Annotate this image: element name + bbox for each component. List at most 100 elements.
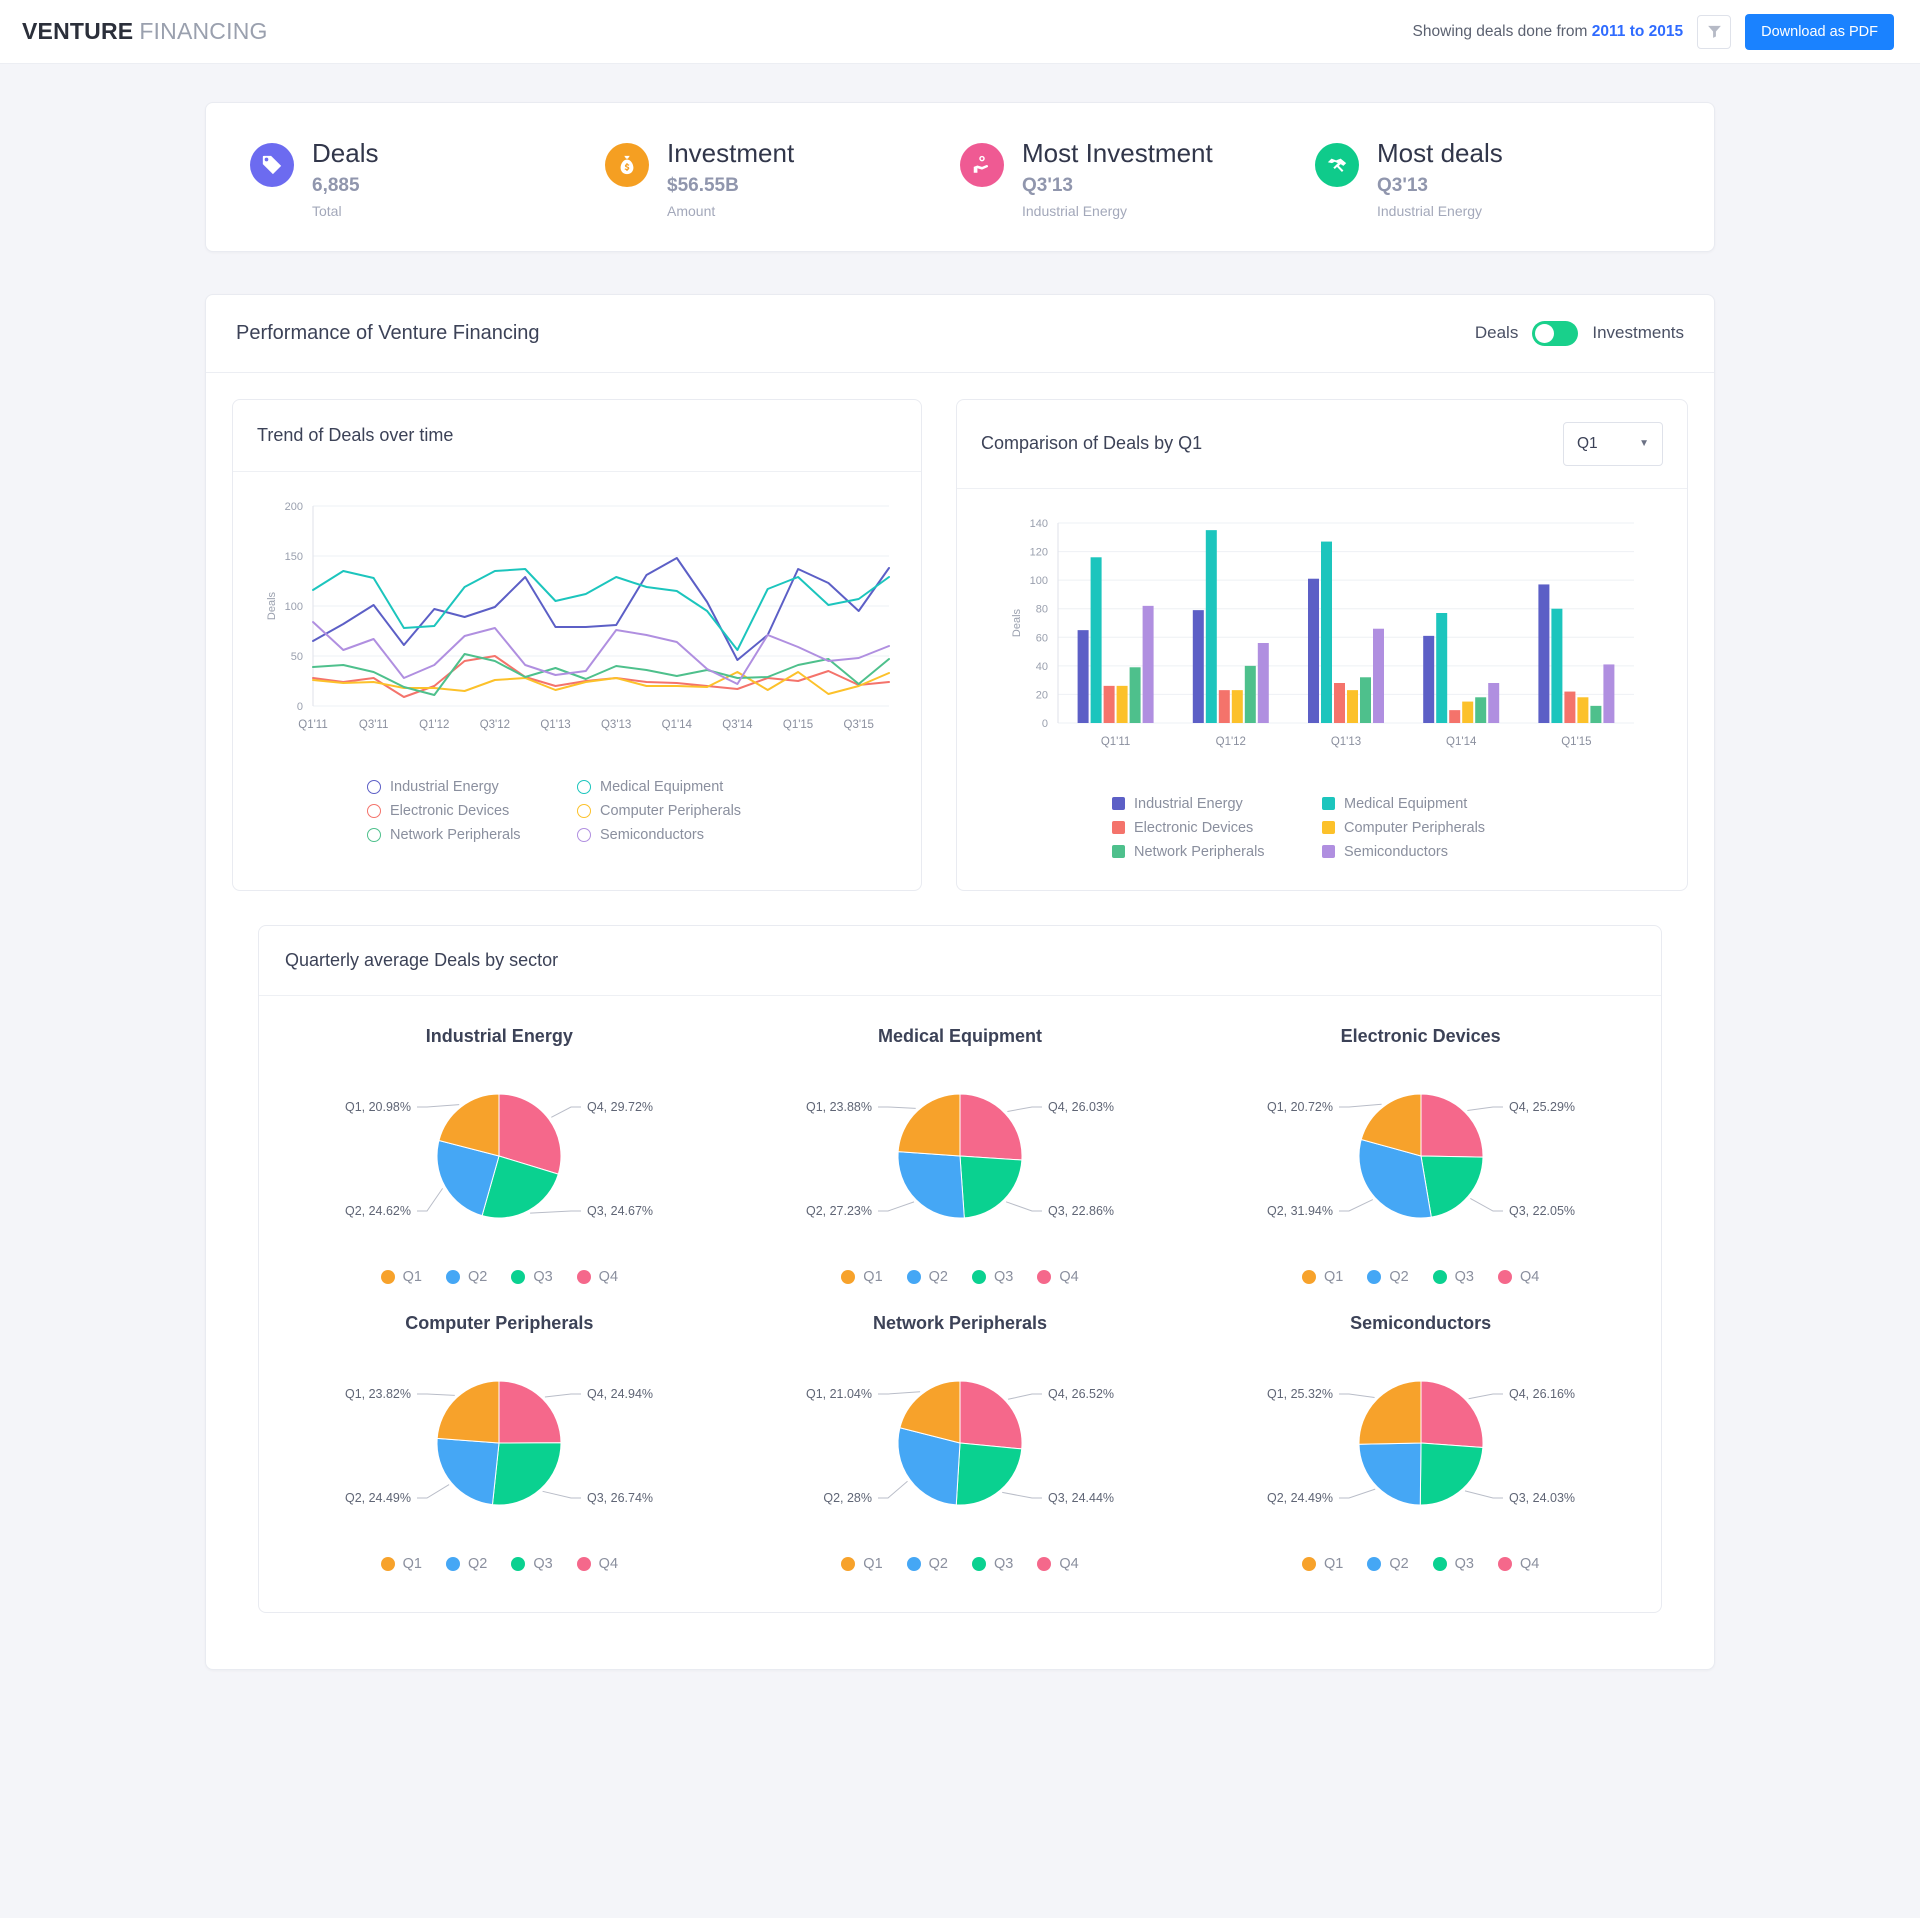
- toggle-label-deals[interactable]: Deals: [1475, 323, 1518, 343]
- pie-slice-label: Q2, 24.49%: [1267, 1491, 1333, 1505]
- pie-chart-canvas: Q4, 29.72% Q3, 24.67% Q2, 24.62% Q1, 20.98%: [289, 1061, 709, 1251]
- legend-item-semiconductors[interactable]: Semiconductors: [577, 823, 787, 847]
- svg-text:120: 120: [1030, 546, 1048, 558]
- brand-bold: VENTURE: [22, 18, 134, 44]
- pie-legend-label: Q2: [928, 1555, 948, 1572]
- download-pdf-button[interactable]: Download as PDF: [1745, 13, 1894, 50]
- pie-legend-item-q1[interactable]: Q1: [841, 1269, 883, 1285]
- date-range-value[interactable]: 2011 to 2015: [1592, 23, 1683, 40]
- performance-header: Performance of Venture Financing Deals I…: [206, 295, 1714, 373]
- legend-label: Electronic Devices: [390, 802, 510, 819]
- pie-legend-item-q1[interactable]: Q1: [841, 1556, 883, 1572]
- legend-item-computer-peripherals[interactable]: Computer Peripherals: [577, 799, 787, 823]
- pie-legend-item-q4[interactable]: Q4: [1037, 1556, 1079, 1572]
- legend-label: Industrial Energy: [1134, 795, 1243, 812]
- pie-legend-item-q1[interactable]: Q1: [1301, 1268, 1344, 1285]
- legend-item-electronic-devices[interactable]: Electronic Devices: [1112, 816, 1322, 840]
- pie-legend-item-q3[interactable]: Q3: [511, 1556, 553, 1572]
- pie-legend-item-q1[interactable]: Q1: [380, 1268, 422, 1285]
- pie-legend-label: Q3: [1454, 1555, 1474, 1572]
- pie-legend-item-q4[interactable]: Q4: [576, 1269, 618, 1285]
- pie-legend-dot-icon: [1301, 1556, 1316, 1571]
- brand-light: FINANCING: [139, 18, 268, 44]
- filter-icon: [1707, 25, 1721, 38]
- pie-legend-item-q3[interactable]: Q3: [971, 1269, 1013, 1285]
- pie-chart-semiconductors: Semiconductors Q4, 26.16% Q3, 24.03% Q2, 24…: [1190, 1313, 1651, 1572]
- pie-legend-label: Q1: [1323, 1268, 1344, 1285]
- pie-slice-label: Q3, 24.03%: [1509, 1491, 1575, 1505]
- pie-legend-dot-icon: [380, 1556, 395, 1571]
- pie-legend-label: Q2: [928, 1268, 948, 1285]
- pie-legend-item-q4[interactable]: Q4: [576, 1555, 619, 1572]
- pie-legend-item-q3[interactable]: Q3: [1432, 1555, 1474, 1572]
- pie-chart-electronic-devices: Electronic Devices Q4, 25.29% Q3, 22.05% Q2…: [1190, 1026, 1651, 1285]
- legend-item-semiconductors[interactable]: Semiconductors: [1322, 840, 1532, 864]
- pie-legend-item-q2[interactable]: Q2: [1367, 1556, 1409, 1572]
- legend-swatch-icon: [1322, 797, 1335, 811]
- pie-legend-label: Q1: [402, 1555, 422, 1572]
- legend-item-medical-equipment[interactable]: Medical Equipment: [1322, 792, 1532, 816]
- pie-legend-item-q1[interactable]: Q1: [380, 1555, 422, 1572]
- pie-slice-label: Q1, 20.72%: [1267, 1100, 1333, 1114]
- pie-slice-label: Q1, 23.82%: [345, 1387, 411, 1401]
- legend-item-computer-peripherals[interactable]: Computer Peripherals: [1322, 816, 1532, 840]
- legend-label: Computer Peripherals: [1344, 819, 1486, 836]
- legend-item-electronic-devices[interactable]: Electronic Devices: [367, 799, 577, 823]
- pie-slice-label: Q4, 26.03%: [1048, 1100, 1114, 1114]
- pie-legend-item-q4[interactable]: Q4: [1498, 1269, 1539, 1285]
- legend-label: Semiconductors: [1344, 843, 1448, 860]
- pie-legend-item-q2[interactable]: Q2: [445, 1556, 487, 1572]
- pie-legend-item-q2[interactable]: Q2: [1367, 1269, 1409, 1285]
- pie-svg: Q4, 24.94% Q3, 26.74% Q2, 24.49% Q1, 23.82%: [345, 1380, 653, 1506]
- metric-toggle-group[interactable]: Deals Investments: [1475, 320, 1684, 346]
- legend-label: Network Peripherals: [390, 826, 521, 843]
- pie-legend-item-q4[interactable]: Q4: [1037, 1268, 1079, 1285]
- svg-text:100: 100: [1030, 575, 1048, 587]
- pie-chart-canvas: Q4, 24.94% Q3, 26.74% Q2, 24.49% Q1, 23.82%: [289, 1348, 709, 1538]
- pie-slice-label: Q3, 22.86%: [1048, 1204, 1114, 1218]
- handshake-icon: [1315, 143, 1359, 187]
- kpi-card-most-investment: Most Investment Q3'13 Industrial Energy: [960, 138, 1315, 219]
- kpi-value: Q3'13: [1022, 174, 1073, 196]
- legend-swatch-icon: [1322, 845, 1335, 859]
- filter-button[interactable]: [1697, 14, 1732, 49]
- legend-swatch-icon: [1112, 845, 1125, 859]
- svg-text:Q3'12: Q3'12: [480, 719, 510, 731]
- pie-chart-title: Medical Equipment: [877, 1025, 1042, 1046]
- pie-legend-label: Q1: [402, 1268, 422, 1285]
- pie-legend-item-q2[interactable]: Q2: [445, 1269, 487, 1285]
- pie-legend-item-q3[interactable]: Q3: [971, 1556, 1013, 1572]
- pie-chart-title: Industrial Energy: [425, 1025, 573, 1046]
- pie-legend-item-q1[interactable]: Q1: [1301, 1555, 1344, 1572]
- legend-item-industrial-energy[interactable]: Industrial Energy: [1112, 792, 1322, 816]
- legend-item-medical-equipment[interactable]: Medical Equipment: [577, 775, 787, 799]
- legend-ring-icon: [367, 827, 381, 842]
- pie-legend-item-q2[interactable]: Q2: [906, 1268, 948, 1285]
- pie-legend-dot-icon: [1432, 1269, 1447, 1284]
- pie-legend-dot-icon: [1432, 1556, 1447, 1571]
- kpi-sub: Total: [312, 202, 342, 219]
- pie-legend-label: Q1: [1323, 1555, 1344, 1572]
- svg-text:0: 0: [1042, 718, 1048, 730]
- deals-investments-switch[interactable]: [1532, 320, 1579, 346]
- pie-legend-item-q3[interactable]: Q3: [1432, 1269, 1474, 1285]
- pie-legend-item-q4[interactable]: Q4: [1498, 1556, 1539, 1572]
- pie-legend: Q1 Q2 Q3 Q4: [841, 1268, 1079, 1285]
- legend-item-network-peripherals[interactable]: Network Peripherals: [1112, 840, 1322, 864]
- pie-legend-dot-icon: [1037, 1556, 1052, 1571]
- svg-text:140: 140: [1030, 518, 1048, 530]
- performance-title: Performance of Venture Financing: [236, 321, 540, 344]
- pie-legend-label: Q4: [598, 1555, 619, 1572]
- toggle-label-investments[interactable]: Investments: [1592, 323, 1684, 343]
- pie-slice-label: Q1, 25.32%: [1267, 1387, 1333, 1401]
- quarter-select[interactable]: Q1 ▼: [1563, 421, 1663, 466]
- pie-legend-item-q3[interactable]: Q3: [511, 1269, 553, 1285]
- legend-item-network-peripherals[interactable]: Network Peripherals: [367, 823, 577, 847]
- pie-grid: Industrial Energy Q4, 29.72% Q3, 24.67% Q2,…: [259, 996, 1661, 1612]
- pie-legend-item-q2[interactable]: Q2: [906, 1555, 948, 1572]
- pie-legend-label: Q4: [1059, 1268, 1079, 1285]
- kpi-title: Most deals: [1377, 138, 1503, 168]
- legend-item-industrial-energy[interactable]: Industrial Energy: [367, 775, 577, 799]
- pie-slice-label: Q2, 24.49%: [345, 1491, 411, 1505]
- pie-chart-title: Semiconductors: [1350, 1312, 1492, 1333]
